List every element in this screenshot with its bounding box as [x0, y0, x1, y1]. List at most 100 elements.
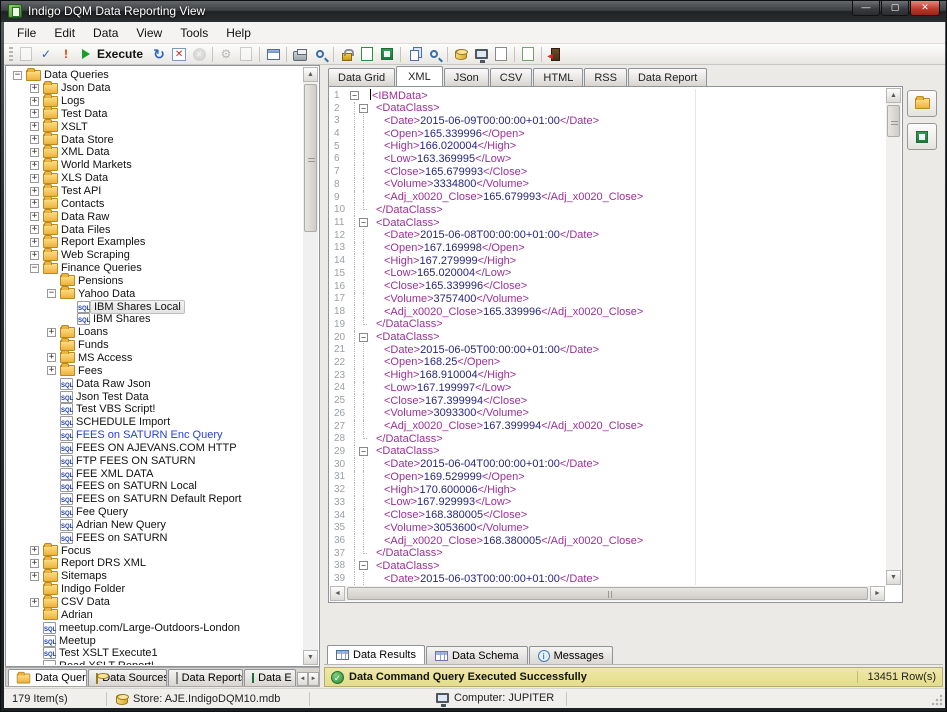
- tree-item[interactable]: +Data Raw: [7, 210, 303, 223]
- fold-collapse-icon[interactable]: −: [359, 561, 368, 570]
- expand-icon[interactable]: +: [30, 598, 39, 607]
- tree-item[interactable]: +XSLT: [7, 120, 303, 133]
- collapse-icon[interactable]: −: [30, 264, 39, 273]
- fold-collapse-icon[interactable]: −: [359, 104, 368, 113]
- expand-icon[interactable]: +: [30, 135, 39, 144]
- tab-data-sources[interactable]: Data Sources: [88, 669, 166, 686]
- warning-exclamation-icon[interactable]: !: [56, 45, 76, 63]
- execute-play-icon[interactable]: [76, 45, 96, 63]
- print-icon[interactable]: [290, 45, 310, 63]
- expand-icon[interactable]: +: [30, 225, 39, 234]
- tab-data-report[interactable]: Data Report: [628, 68, 707, 86]
- properties-window-icon[interactable]: [263, 45, 283, 63]
- tree-item[interactable]: +Report DRS XML: [7, 557, 303, 570]
- expand-icon[interactable]: +: [30, 161, 39, 170]
- tree-item[interactable]: SQLFEES on SATURN Local: [7, 480, 303, 493]
- tree-item[interactable]: Adrian: [7, 608, 303, 621]
- expand-icon[interactable]: +: [30, 559, 39, 568]
- tree-item[interactable]: +Report Examples: [7, 236, 303, 249]
- expand-icon[interactable]: +: [30, 174, 39, 183]
- menu-edit[interactable]: Edit: [45, 23, 84, 43]
- title-bar[interactable]: Indigo DQM Data Reporting View — ▢ ✕: [1, 1, 946, 22]
- tree-item[interactable]: −Data Queries: [7, 69, 303, 82]
- editor-vertical-scrollbar[interactable]: ▲ ▼: [886, 88, 901, 585]
- expand-icon[interactable]: +: [30, 199, 39, 208]
- edit-icon[interactable]: [236, 45, 256, 63]
- collapse-icon[interactable]: −: [13, 71, 22, 80]
- tree-item[interactable]: +Fees: [7, 364, 303, 377]
- tree-item[interactable]: Indigo Folder: [7, 583, 303, 596]
- tree-item[interactable]: Pensions: [7, 275, 303, 288]
- tree-item[interactable]: SQLmeetup.com/Large-Outdoors-London: [7, 621, 303, 634]
- scroll-up-icon[interactable]: ▲: [303, 67, 318, 82]
- tree-item[interactable]: SQLIBM Shares: [7, 313, 303, 326]
- tree-item[interactable]: SQLTest XSLT Execute1: [7, 647, 303, 660]
- scroll-down-icon[interactable]: ▼: [303, 650, 318, 665]
- tree-item[interactable]: +Test Data: [7, 108, 303, 121]
- database-icon[interactable]: [451, 45, 471, 63]
- tree-item[interactable]: +CSV Data: [7, 596, 303, 609]
- tree-item[interactable]: +Sitemaps: [7, 570, 303, 583]
- computer-icon[interactable]: [471, 45, 491, 63]
- expand-icon[interactable]: +: [30, 546, 39, 555]
- toolbar-grip[interactable]: [9, 47, 13, 61]
- expand-icon[interactable]: +: [30, 572, 39, 581]
- report-document-icon[interactable]: [518, 45, 538, 63]
- tree-item[interactable]: −Yahoo Data: [7, 287, 303, 300]
- xml-editor[interactable]: 1 − <IBMData> 2 − <DataClass> 3 <Date>20…: [328, 86, 903, 603]
- tree-item[interactable]: SQLJson Test Data: [7, 390, 303, 403]
- exit-icon[interactable]: [545, 45, 565, 63]
- new-document-icon[interactable]: [491, 45, 511, 63]
- fold-collapse-icon[interactable]: −: [359, 447, 368, 456]
- tab-data-e[interactable]: Data E: [244, 669, 296, 686]
- fold-collapse-icon[interactable]: −: [350, 91, 359, 100]
- tree-item[interactable]: +Focus: [7, 544, 303, 557]
- tree-item[interactable]: SQLFee Query: [7, 506, 303, 519]
- tree-item[interactable]: SQLFEES on SATURN Enc Query: [7, 429, 303, 442]
- execute-button[interactable]: Execute: [97, 47, 143, 61]
- tree-scrollbar-thumb[interactable]: [304, 84, 317, 232]
- expand-icon[interactable]: +: [30, 122, 39, 131]
- tree-scrollbar[interactable]: ▲ ▼: [303, 67, 318, 665]
- export-excel-button[interactable]: [907, 123, 937, 150]
- save-icon[interactable]: [16, 45, 36, 63]
- tab-html[interactable]: HTML: [533, 68, 583, 86]
- tree-item[interactable]: SQLSCHEDULE Import: [7, 416, 303, 429]
- tab-data-queries[interactable]: Data Queries: [8, 669, 87, 686]
- maximize-button[interactable]: ▢: [881, 1, 909, 16]
- tree-item[interactable]: SQLIBM Shares Local: [7, 300, 303, 313]
- minimize-button[interactable]: —: [852, 1, 880, 16]
- tab-xml[interactable]: XML: [396, 66, 443, 86]
- tree-item[interactable]: SQLFEES ON AJEVANS.COM HTTP: [7, 441, 303, 454]
- tree-item[interactable]: +MS Access: [7, 352, 303, 365]
- expand-icon[interactable]: +: [30, 212, 39, 221]
- tree-item[interactable]: SQLFEES on SATURN: [7, 531, 303, 544]
- tab-data-reports[interactable]: Data Reports: [168, 669, 243, 686]
- tree-item[interactable]: SQLRead XSLT Report!: [7, 660, 303, 665]
- menu-tools[interactable]: Tools: [171, 23, 217, 43]
- open-report-button[interactable]: [907, 90, 937, 117]
- tree-item[interactable]: SQLTest VBS Script!: [7, 403, 303, 416]
- tree-item[interactable]: SQLMeetup: [7, 634, 303, 647]
- fold-collapse-icon[interactable]: −: [359, 333, 368, 342]
- scroll-up-icon[interactable]: ▲: [886, 88, 901, 103]
- close-button[interactable]: ✕: [910, 1, 940, 16]
- validate-check-icon[interactable]: ✓: [36, 45, 56, 63]
- editor-vscroll-thumb[interactable]: [887, 105, 900, 137]
- scroll-down-icon[interactable]: ▼: [886, 570, 901, 585]
- tree-item[interactable]: +Test API: [7, 185, 303, 198]
- expand-icon[interactable]: +: [47, 366, 56, 375]
- tree-item[interactable]: SQLFTP FEES ON SATURN: [7, 454, 303, 467]
- tree-item[interactable]: +XLS Data: [7, 172, 303, 185]
- tree-item[interactable]: +Data Files: [7, 223, 303, 236]
- resize-grip[interactable]: [931, 694, 943, 706]
- tab-data-schema[interactable]: Data Schema: [426, 646, 528, 664]
- tab-scroll-left-icon[interactable]: ◄: [297, 672, 308, 686]
- tree-item[interactable]: SQLFEE XML DATA: [7, 467, 303, 480]
- editor-hscroll-thumb[interactable]: [347, 587, 868, 600]
- tree-item[interactable]: +World Markets: [7, 159, 303, 172]
- tab-json[interactable]: JSon: [444, 68, 489, 86]
- scroll-left-icon[interactable]: ◄: [330, 586, 345, 601]
- tab-data-grid[interactable]: Data Grid: [328, 68, 395, 86]
- tree-item[interactable]: +XML Data: [7, 146, 303, 159]
